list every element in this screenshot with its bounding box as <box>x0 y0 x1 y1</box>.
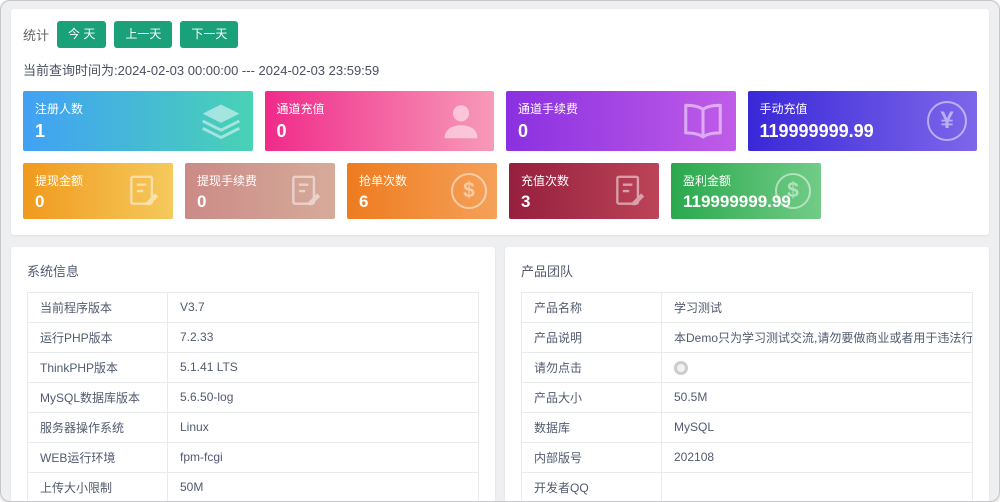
info-value <box>662 352 973 382</box>
stat-card-title: 注册人数 <box>35 100 241 117</box>
stat-cards-row-1: 注册人数 1 通道充值 0 <box>23 91 977 151</box>
info-label: 服务器操作系统 <box>28 412 168 442</box>
table-row: 产品说明 本Demo只为学习测试交流,请勿要做商业或者用于违法行为,一切后果自负… <box>522 322 973 352</box>
stat-card-title: 手动充值 <box>760 100 966 117</box>
stat-card-manual-recharge: 手动充值 119999999.99 ¥ <box>748 91 978 151</box>
today-button[interactable]: 今 天 <box>57 21 106 48</box>
info-value: 5.6.50-log <box>168 382 479 412</box>
table-row: WEB运行环境 fpm-fcgi <box>28 442 479 472</box>
info-label: 开发者QQ <box>522 472 662 502</box>
info-value: 50.5M <box>662 382 973 412</box>
info-label: 上传大小限制 <box>28 472 168 502</box>
stat-card-value: 6 <box>359 192 485 212</box>
table-row: 内部版号 202108 <box>522 442 973 472</box>
table-row: 当前程序版本 V3.7 <box>28 292 479 322</box>
info-label: 数据库 <box>522 412 662 442</box>
stat-card-title: 盈利金额 <box>683 172 809 189</box>
stat-card-title: 通道手续费 <box>518 100 724 117</box>
system-info-table: 当前程序版本 V3.7 运行PHP版本 7.2.33 ThinkPHP版本 5.… <box>27 292 479 502</box>
stat-card-registered-users: 注册人数 1 <box>23 91 253 151</box>
stat-card-value: 119999999.99 <box>683 192 809 212</box>
product-team-title: 产品团队 <box>521 261 973 280</box>
app-window: 统计 今 天 上一天 下一天 当前查询时间为:2024-02-03 00:00:… <box>0 0 1000 502</box>
stat-card-value: 0 <box>197 192 323 212</box>
info-label: 请勿点击 <box>522 352 662 382</box>
info-label: 产品说明 <box>522 322 662 352</box>
info-label: 当前程序版本 <box>28 292 168 322</box>
do-not-click-icon[interactable] <box>674 361 688 375</box>
stat-card-channel-fee: 通道手续费 0 <box>506 91 736 151</box>
system-info-title: 系统信息 <box>27 261 479 280</box>
info-value: 本Demo只为学习测试交流,请勿要做商业或者用于违法行为,一切后果自负。 <box>662 322 973 352</box>
info-value <box>662 472 973 502</box>
table-row: 产品大小 50.5M <box>522 382 973 412</box>
info-label: 产品大小 <box>522 382 662 412</box>
stats-title: 统计 <box>23 25 49 44</box>
table-row: 服务器操作系统 Linux <box>28 412 479 442</box>
stat-cards-row-2: 提现金额 0 提现手续费 0 <box>23 163 977 219</box>
table-row: MySQL数据库版本 5.6.50-log <box>28 382 479 412</box>
stat-card-title: 提现手续费 <box>197 172 323 189</box>
query-time-text: 当前查询时间为:2024-02-03 00:00:00 --- 2024-02-… <box>23 60 977 79</box>
system-info-panel: 系统信息 当前程序版本 V3.7 运行PHP版本 7.2.33 ThinkPHP… <box>11 247 495 502</box>
info-value: 50M <box>168 472 479 502</box>
table-row: 产品名称 学习测试 <box>522 292 973 322</box>
stat-card-title: 通道充值 <box>277 100 483 117</box>
info-value: MySQL <box>662 412 973 442</box>
table-row: ThinkPHP版本 5.1.41 LTS <box>28 352 479 382</box>
info-value: fpm-fcgi <box>168 442 479 472</box>
stat-card-withdraw-amount: 提现金额 0 <box>23 163 173 219</box>
info-label: 内部版号 <box>522 442 662 472</box>
info-label: ThinkPHP版本 <box>28 352 168 382</box>
info-value: V3.7 <box>168 292 479 322</box>
table-row: 数据库 MySQL <box>522 412 973 442</box>
stat-card-title: 充值次数 <box>521 172 647 189</box>
stats-header: 统计 今 天 上一天 下一天 <box>23 21 977 48</box>
stat-card-profit-amount: 盈利金额 119999999.99 $ <box>671 163 821 219</box>
info-label: MySQL数据库版本 <box>28 382 168 412</box>
prev-day-button[interactable]: 上一天 <box>114 21 172 48</box>
stats-panel: 统计 今 天 上一天 下一天 当前查询时间为:2024-02-03 00:00:… <box>11 9 989 235</box>
info-label: WEB运行环境 <box>28 442 168 472</box>
table-row: 上传大小限制 50M <box>28 472 479 502</box>
dashboard-page: 统计 今 天 上一天 下一天 当前查询时间为:2024-02-03 00:00:… <box>1 1 999 502</box>
stat-card-recharge-count: 充值次数 3 <box>509 163 659 219</box>
info-value: 202108 <box>662 442 973 472</box>
product-team-table: 产品名称 学习测试 产品说明 本Demo只为学习测试交流,请勿要做商业或者用于违… <box>521 292 973 502</box>
stat-card-withdraw-fee: 提现手续费 0 <box>185 163 335 219</box>
info-label: 产品名称 <box>522 292 662 322</box>
stat-card-channel-recharge: 通道充值 0 <box>265 91 495 151</box>
next-day-button[interactable]: 下一天 <box>180 21 238 48</box>
stat-card-value: 0 <box>277 121 483 142</box>
info-value: 学习测试 <box>662 292 973 322</box>
info-label: 运行PHP版本 <box>28 322 168 352</box>
product-team-panel: 产品团队 产品名称 学习测试 产品说明 本Demo只为学习测试交流,请勿要做商业… <box>505 247 989 502</box>
stat-card-title: 提现金额 <box>35 172 161 189</box>
bottom-section: 系统信息 当前程序版本 V3.7 运行PHP版本 7.2.33 ThinkPHP… <box>11 247 989 502</box>
stat-card-value: 0 <box>35 192 161 212</box>
stat-card-value: 119999999.99 <box>760 121 966 142</box>
table-row: 开发者QQ <box>522 472 973 502</box>
info-value: Linux <box>168 412 479 442</box>
info-value: 5.1.41 LTS <box>168 352 479 382</box>
stat-card-title: 抢单次数 <box>359 172 485 189</box>
table-row: 运行PHP版本 7.2.33 <box>28 322 479 352</box>
stat-card-value: 0 <box>518 121 724 142</box>
stat-card-value: 3 <box>521 192 647 212</box>
stat-card-grab-order-count: 抢单次数 6 $ <box>347 163 497 219</box>
info-value: 7.2.33 <box>168 322 479 352</box>
stat-card-value: 1 <box>35 121 241 142</box>
table-row: 请勿点击 <box>522 352 973 382</box>
